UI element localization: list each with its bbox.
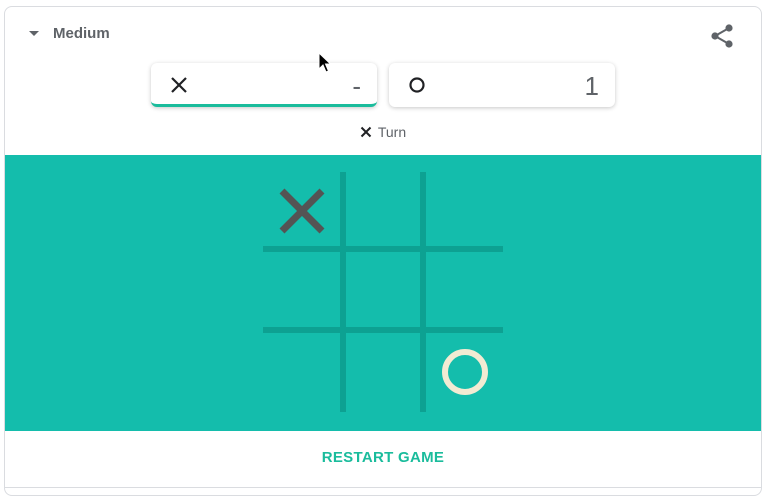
x-icon [171,77,187,93]
o-mark-icon [442,349,488,395]
caret-down-icon [29,31,39,36]
mouse-cursor-icon [318,52,332,73]
score-card-x: - [151,63,377,107]
score-card-o: 1 [389,63,615,107]
board-cell-5[interactable] [423,252,503,332]
board-cell-8[interactable] [423,332,503,412]
turn-label: Turn [377,124,407,140]
board-cell-1[interactable] [343,172,423,252]
difficulty-dropdown[interactable]: Medium [29,25,110,42]
x-mark-icon [279,188,325,234]
difficulty-label: Medium [53,25,110,42]
board-cell-3[interactable] [263,252,343,332]
board-cell-7[interactable] [343,332,423,412]
game-board-area [5,155,761,431]
game-card: Medium - 1 Turn RESTART GAME [4,6,762,496]
o-icon [409,77,425,93]
score-x-value: - [352,71,361,101]
divider [5,487,761,488]
game-board [263,172,503,412]
board-cell-2[interactable] [423,172,503,252]
board-cell-0[interactable] [263,172,343,252]
turn-indicator: Turn [5,124,761,140]
restart-game-button[interactable]: RESTART GAME [5,449,761,466]
board-cell-4[interactable] [343,252,423,332]
share-icon[interactable] [709,23,735,49]
board-cell-6[interactable] [263,332,343,412]
score-o-value: 1 [584,71,599,101]
x-icon [360,126,372,138]
